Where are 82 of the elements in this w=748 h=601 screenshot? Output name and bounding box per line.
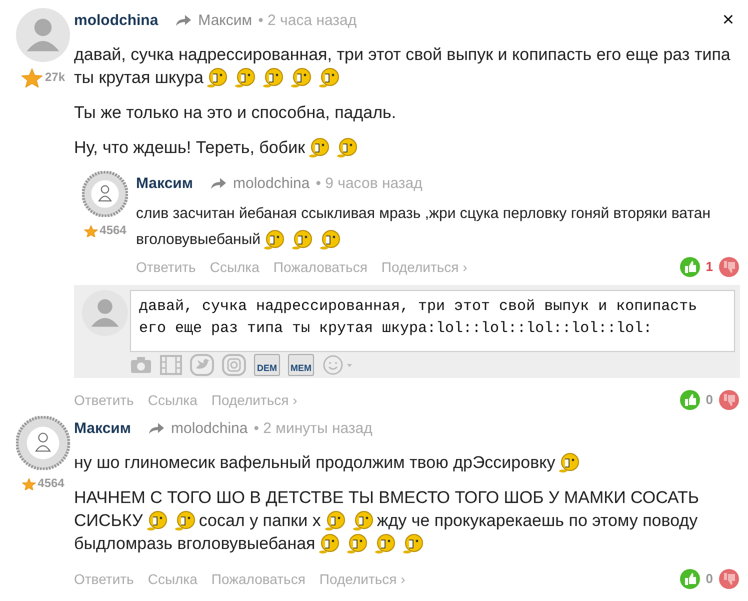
camera-icon[interactable] (130, 356, 152, 374)
avatar-icon (82, 290, 128, 336)
comment-text: вголовувыебаный (136, 230, 260, 250)
smiley-icon (264, 230, 284, 250)
smiley-icon (319, 534, 340, 554)
reply-to-name[interactable]: molodchina (233, 172, 310, 196)
smiley-icon (291, 68, 312, 88)
close-button[interactable]: × (722, 10, 734, 30)
action-link[interactable]: Ответить (136, 256, 196, 278)
action-link[interactable]: Ответить (74, 390, 134, 410)
smiley-icon (319, 68, 340, 88)
star-icon (20, 66, 43, 88)
avatar-icon (82, 171, 128, 217)
timestamp: • 2 минуты назад (254, 418, 372, 439)
smiley-icon (403, 534, 424, 554)
action-link[interactable]: Ссылка (210, 256, 260, 278)
vote-count: 0 (706, 391, 713, 410)
comment-text: ну шо глиномесик вафельный продолжим твою дрЭссировку (74, 452, 556, 474)
film-icon[interactable] (160, 355, 182, 375)
smiley-icon (235, 68, 256, 88)
action-link[interactable]: Пожаловаться (273, 256, 368, 278)
author-name[interactable]: Максим (136, 172, 193, 196)
thumbs-down-icon[interactable] (718, 256, 740, 278)
timestamp: • 2 часа назад (258, 10, 357, 31)
smiley-icon (320, 230, 340, 250)
comment-text: жду че прокукарекаешь по этому поводу (376, 510, 698, 532)
author-name[interactable]: molodchina (74, 10, 158, 32)
smiley-icon (309, 138, 330, 158)
star-icon (84, 223, 98, 237)
smiley-icon (337, 138, 358, 158)
smiley-icon (292, 230, 312, 250)
thumbs-down-icon[interactable] (718, 389, 740, 411)
rating-count: 27k (44, 69, 66, 86)
comment-text: слив засчитан йебаная ссыкливая мразь ,жри сцука перловку гоняй вторяки ватан (136, 204, 711, 224)
rating-count: 4564 (38, 475, 64, 492)
vote-count: 0 (706, 570, 713, 588)
thumbs-up-icon[interactable] (678, 568, 701, 590)
input-field[interactable]: давай, сучка надрессированная, три этот свой выпук и копипасть его еще раз типа ты крутая шкура:lol::lol::lol::lol::lol: (130, 290, 735, 352)
smiley-icon (375, 534, 396, 554)
comment-text: СИСЬКУ (74, 510, 143, 532)
smiley-icon (324, 510, 345, 530)
comment-text: сосал у папки х (198, 510, 321, 532)
smiley-icon (174, 510, 195, 530)
smiley-icon (207, 68, 228, 88)
comment-text: НАЧНЕМ С ТОГО ШО В ДЕТСТВЕ ТЫ ВМЕСТО ТОГО ШОБ У МАМКИ СОСАТЬ (74, 487, 700, 509)
comment-text: давай, сучка надрессированная, три этот свой выпук и копипасть его еще раз типа (74, 44, 730, 66)
smiley-dropdown-icon[interactable] (322, 354, 354, 376)
toolbar-button[interactable]: MEM (288, 354, 314, 376)
action-link[interactable]: Поделиться › (319, 568, 406, 590)
smiley-icon (146, 510, 167, 530)
action-link[interactable]: Поделиться › (211, 390, 298, 410)
timestamp: • 9 часов назад (316, 174, 422, 194)
comment-text: ты крутая шкура (74, 67, 204, 89)
thumbs-down-icon[interactable] (718, 568, 740, 590)
smiley-icon (352, 510, 373, 530)
thumbs-up-icon[interactable] (678, 389, 701, 411)
rating-count: 4564 (100, 222, 126, 239)
vote-count: 1 (706, 258, 713, 276)
smiley-icon (559, 452, 580, 472)
action-link[interactable]: Пожаловаться (211, 568, 306, 590)
thumbs-up-icon[interactable] (678, 256, 701, 278)
star-icon (22, 476, 36, 490)
avatar-icon (16, 8, 70, 62)
action-link[interactable]: Ссылка (148, 390, 198, 410)
action-link[interactable]: Поделиться › (381, 256, 468, 278)
smiley-icon (263, 68, 284, 88)
author-name[interactable]: Максим (74, 418, 131, 440)
share-arrow-icon (209, 177, 227, 191)
reply-to-name[interactable]: molodchina (171, 418, 248, 440)
comment-text: быдломразь вголовувыебаная (74, 533, 316, 555)
comment-text: Ну, что ждешь! Тереть, бобик (74, 137, 306, 159)
action-link[interactable]: Ссылка (148, 568, 198, 590)
share-arrow-icon (147, 422, 165, 436)
action-link[interactable]: Ответить (74, 568, 134, 590)
bird-icon[interactable] (190, 354, 214, 376)
share-arrow-icon (174, 14, 192, 28)
toolbar-button[interactable]: DEM (254, 354, 280, 376)
avatar-icon (16, 416, 70, 470)
smiley-icon (347, 534, 368, 554)
reply-to-name[interactable]: Максим (198, 10, 252, 32)
comment-text: Ты же только на это и способна, падаль. (74, 102, 396, 124)
instagram-icon[interactable] (222, 354, 246, 376)
